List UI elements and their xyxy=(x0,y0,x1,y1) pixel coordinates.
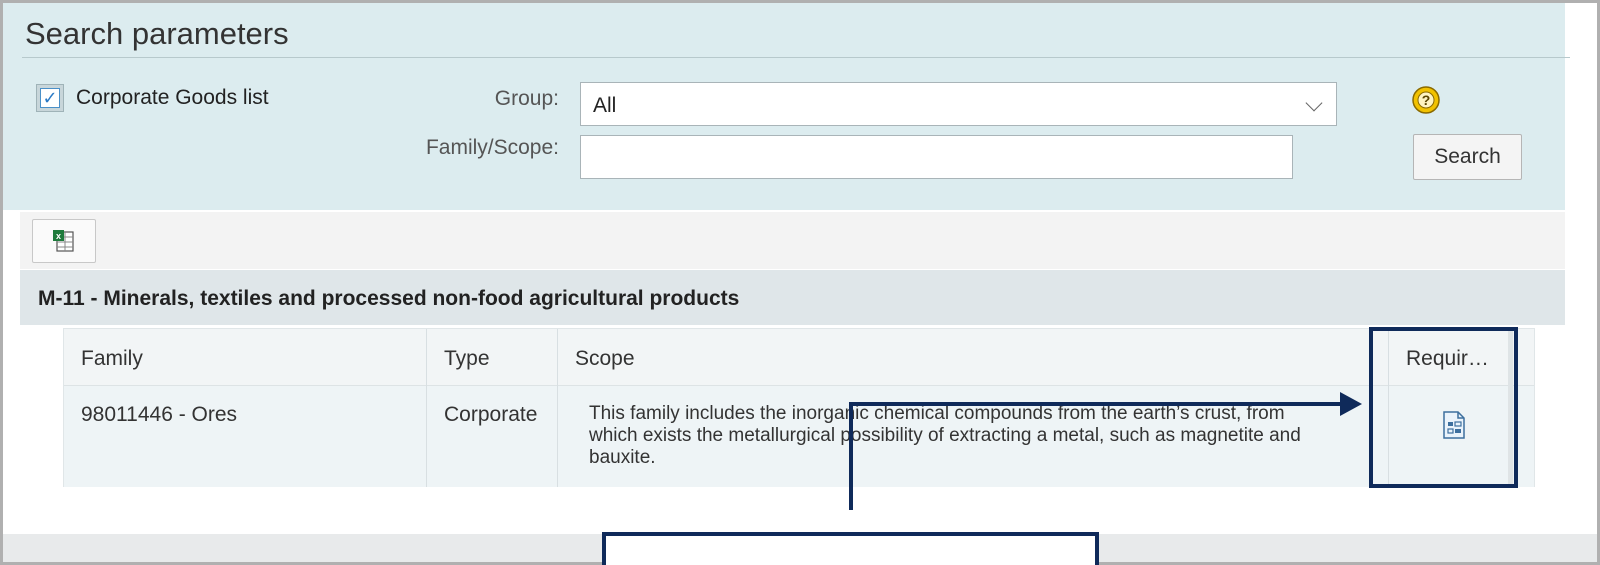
export-spreadsheet-icon: x xyxy=(53,230,74,252)
annotation-arrowhead xyxy=(1340,392,1362,416)
annotation-connector xyxy=(849,402,853,510)
group-header[interactable]: M-11 - Minerals, textiles and processed … xyxy=(20,270,1565,325)
cell-family: 98011446 - Ores xyxy=(81,403,238,426)
results-toolbar: x xyxy=(20,212,1565,269)
help-icon[interactable]: ? xyxy=(1411,85,1441,115)
cell-scope: This family includes the inorganic chemi… xyxy=(589,403,1301,468)
column-header-family[interactable]: Family xyxy=(81,347,143,371)
results-area: x M-11 - Minerals, textiles and processe… xyxy=(20,212,1565,534)
corporate-goods-label: Corporate Goods list xyxy=(76,86,269,109)
svg-text:x: x xyxy=(56,231,61,241)
family-scope-label: Family/Scope: xyxy=(425,136,559,159)
column-divider xyxy=(426,329,427,487)
cell-type: Corporate xyxy=(444,403,538,426)
annotation-callout-box xyxy=(602,532,1099,565)
export-button[interactable]: x xyxy=(32,219,96,263)
column-header-scope[interactable]: Scope xyxy=(575,347,635,371)
group-select[interactable]: All xyxy=(580,82,1337,126)
search-parameters-panel: Search parameters ✓ Corporate Goods list… xyxy=(3,3,1570,210)
corporate-goods-checkbox[interactable]: ✓ xyxy=(36,84,64,112)
group-select-value: All xyxy=(593,94,617,117)
chevron-down-icon xyxy=(1305,94,1323,112)
results-table: Family Type Scope Requir… 98011446 - Ore… xyxy=(63,328,1535,487)
annotation-highlight-box xyxy=(1369,327,1518,488)
checkmark-icon: ✓ xyxy=(40,88,60,108)
svg-text:?: ? xyxy=(1422,92,1431,108)
divider xyxy=(22,57,1570,58)
group-label: Group: xyxy=(494,87,559,110)
column-header-type[interactable]: Type xyxy=(444,347,490,371)
group-title: M-11 - Minerals, textiles and processed … xyxy=(38,287,740,310)
table-header: Family Type Scope Requir… xyxy=(64,329,1534,386)
search-button[interactable]: Search xyxy=(1413,134,1522,180)
family-scope-input[interactable] xyxy=(580,135,1293,179)
column-divider xyxy=(557,329,558,487)
panel-title: Search parameters xyxy=(25,16,289,51)
annotation-arrow xyxy=(849,402,1347,406)
